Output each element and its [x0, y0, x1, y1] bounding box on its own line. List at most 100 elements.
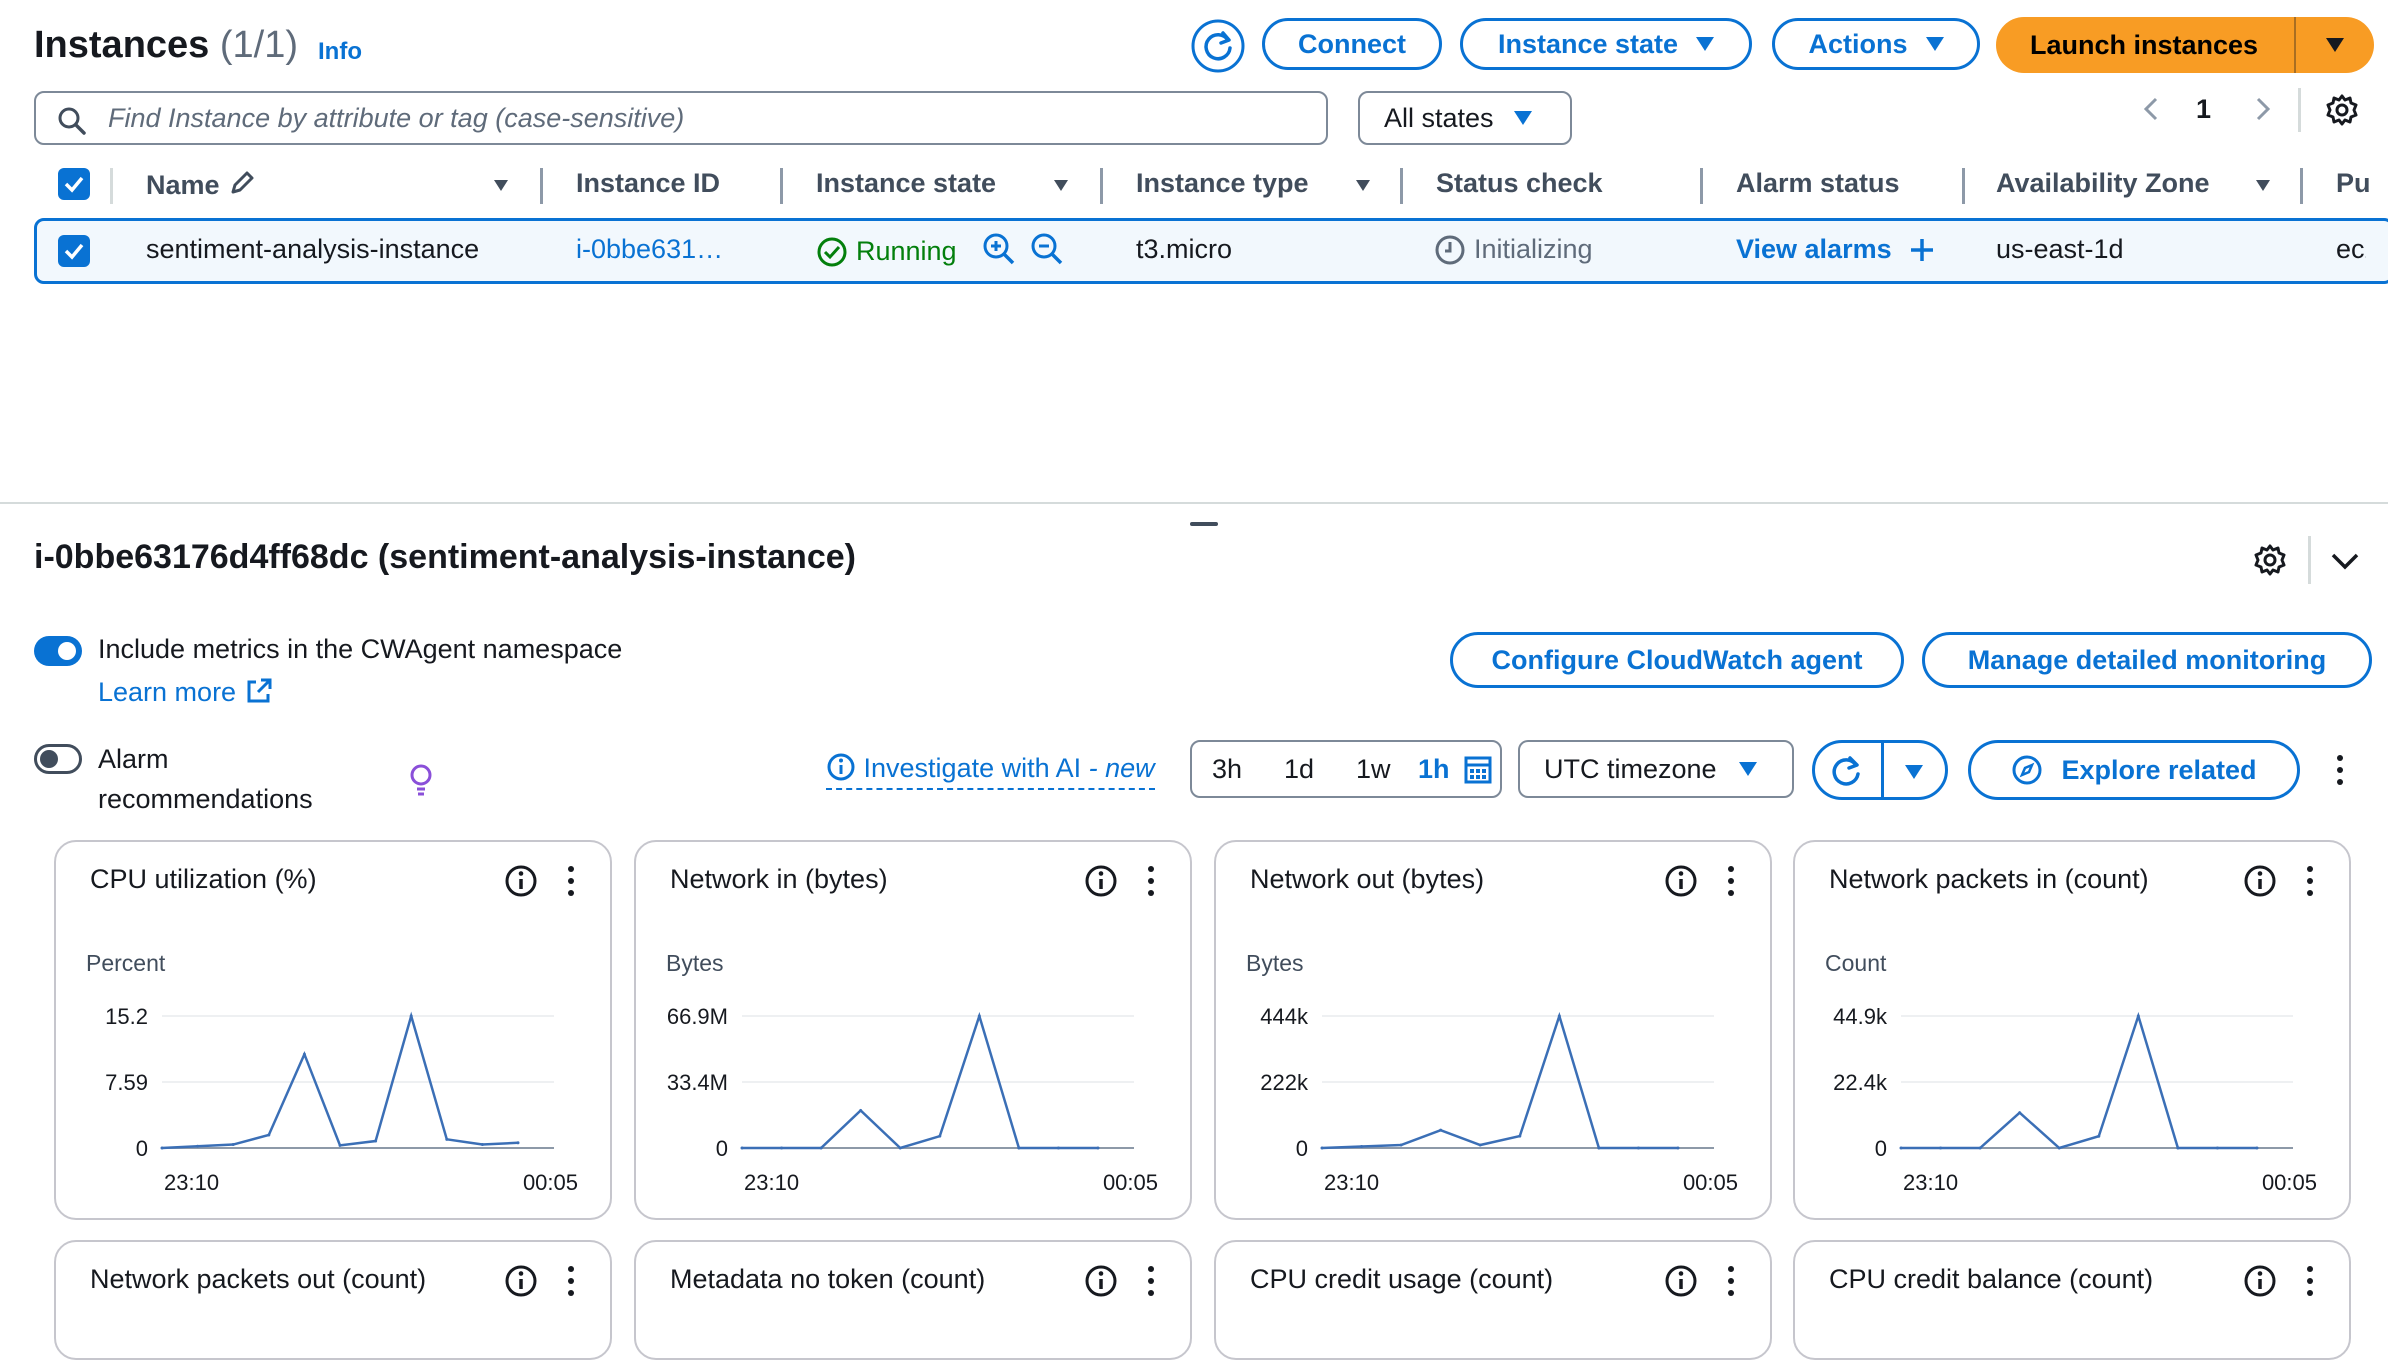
learn-more-link[interactable]: Learn more	[98, 676, 274, 708]
data-point[interactable]	[938, 1134, 942, 1138]
data-point[interactable]	[1056, 1146, 1060, 1150]
col-header-instance-id[interactable]: Instance ID	[576, 168, 720, 199]
data-point[interactable]	[1017, 1146, 1021, 1150]
launch-dropdown-button[interactable]	[2296, 17, 2374, 73]
sort-icon[interactable]	[2256, 180, 2270, 191]
sort-icon[interactable]	[1356, 180, 1370, 191]
data-point[interactable]	[898, 1146, 902, 1150]
settings-gear-icon[interactable]	[2252, 542, 2288, 578]
data-point[interactable]	[1096, 1146, 1100, 1150]
prev-page-icon[interactable]	[2136, 94, 2166, 124]
col-header-availability-zone[interactable]: Availability Zone	[1996, 168, 2210, 199]
info-icon[interactable]	[1084, 1264, 1118, 1298]
connect-button[interactable]: Connect	[1262, 18, 1442, 70]
more-options-icon[interactable]	[2330, 752, 2350, 788]
data-point[interactable]	[267, 1133, 271, 1137]
data-point[interactable]	[445, 1137, 449, 1141]
launch-instances-button[interactable]: Launch instances	[1996, 17, 2292, 73]
refresh-button[interactable]	[1190, 18, 1246, 74]
data-point[interactable]	[1320, 1146, 1324, 1150]
current-page[interactable]: 1	[2196, 94, 2211, 125]
plus-icon[interactable]	[1908, 236, 1936, 264]
data-point[interactable]	[2215, 1146, 2219, 1150]
data-point[interactable]	[780, 1146, 784, 1150]
data-point[interactable]	[196, 1144, 200, 1148]
data-point[interactable]	[160, 1146, 164, 1150]
more-options-icon[interactable]	[2303, 1264, 2317, 1298]
info-link[interactable]: Info	[318, 38, 362, 66]
data-point[interactable]	[409, 1014, 413, 1018]
col-header-instance-type[interactable]: Instance type	[1136, 168, 1309, 199]
data-point[interactable]	[819, 1146, 823, 1150]
range-1w[interactable]: 1w	[1356, 754, 1391, 785]
data-point[interactable]	[1978, 1146, 1982, 1150]
data-point[interactable]	[1399, 1143, 1403, 1147]
col-header-public[interactable]: Pu	[2336, 168, 2371, 199]
data-point[interactable]	[302, 1052, 306, 1056]
zoom-out-icon[interactable]	[1030, 232, 1064, 266]
more-options-icon[interactable]	[1724, 1264, 1738, 1298]
data-point[interactable]	[977, 1014, 981, 1018]
actions-button[interactable]: Actions	[1772, 18, 1980, 70]
data-point[interactable]	[2057, 1146, 2061, 1150]
data-point[interactable]	[516, 1141, 520, 1145]
resize-handle[interactable]	[1190, 522, 1218, 526]
data-point[interactable]	[1478, 1143, 1482, 1147]
data-point[interactable]	[2136, 1014, 2140, 1018]
manage-detailed-monitoring-button[interactable]: Manage detailed monitoring	[1922, 632, 2372, 688]
col-header-alarm-status[interactable]: Alarm status	[1736, 168, 1900, 199]
zoom-in-icon[interactable]	[982, 232, 1016, 266]
row-checkbox[interactable]	[58, 235, 90, 267]
alarm-recommendations-toggle[interactable]	[34, 744, 82, 774]
select-all-checkbox[interactable]	[58, 168, 90, 200]
info-icon[interactable]	[504, 1264, 538, 1298]
data-point[interactable]	[1557, 1014, 1561, 1018]
col-header-status-check[interactable]: Status check	[1436, 168, 1603, 199]
range-3h[interactable]: 3h	[1212, 754, 1242, 785]
data-point[interactable]	[1676, 1146, 1680, 1150]
range-1h[interactable]: 1h	[1418, 754, 1450, 785]
col-header-instance-state[interactable]: Instance state	[816, 168, 996, 199]
state-filter-select[interactable]: All states	[1358, 91, 1572, 145]
data-point[interactable]	[1439, 1128, 1443, 1132]
settings-gear-icon[interactable]	[2324, 92, 2360, 128]
data-point[interactable]	[374, 1139, 378, 1143]
timezone-select[interactable]: UTC timezone	[1518, 740, 1794, 798]
data-point[interactable]	[1360, 1145, 1364, 1149]
data-point[interactable]	[480, 1143, 484, 1147]
explore-related-button[interactable]: Explore related	[1968, 740, 2300, 800]
more-options-icon[interactable]	[564, 1264, 578, 1298]
data-point[interactable]	[740, 1146, 744, 1150]
calendar-icon[interactable]	[1464, 756, 1492, 784]
data-point[interactable]	[1636, 1146, 1640, 1150]
data-point[interactable]	[1899, 1146, 1903, 1150]
instance-state-button[interactable]: Instance state	[1460, 18, 1752, 70]
investigate-ai-link[interactable]: Investigate with AI - new	[826, 752, 1155, 790]
view-alarms-link[interactable]: View alarms	[1736, 234, 1892, 265]
sort-icon[interactable]	[1054, 180, 1068, 191]
chevron-down-icon[interactable]	[2328, 546, 2362, 576]
data-point[interactable]	[338, 1143, 342, 1147]
range-1d[interactable]: 1d	[1284, 754, 1314, 785]
data-point[interactable]	[2176, 1146, 2180, 1150]
data-point[interactable]	[231, 1143, 235, 1147]
lightbulb-icon[interactable]	[406, 762, 436, 798]
sort-icon[interactable]	[494, 180, 508, 191]
info-icon[interactable]	[1664, 1264, 1698, 1298]
data-point[interactable]	[1939, 1146, 1943, 1150]
data-point[interactable]	[2097, 1134, 2101, 1138]
col-header-name[interactable]: Name	[146, 168, 257, 201]
next-page-icon[interactable]	[2248, 94, 2278, 124]
data-point[interactable]	[1518, 1134, 1522, 1138]
cwagent-toggle[interactable]	[34, 636, 82, 666]
caret-down-icon[interactable]	[1905, 765, 1923, 779]
data-point[interactable]	[2018, 1111, 2022, 1115]
instance-id-link[interactable]: i-0bbe631…	[576, 234, 723, 265]
data-point[interactable]	[2255, 1146, 2259, 1150]
info-icon[interactable]	[2243, 1264, 2277, 1298]
configure-cloudwatch-agent-button[interactable]: Configure CloudWatch agent	[1450, 632, 1904, 688]
search-input[interactable]: Find Instance by attribute or tag (case-…	[34, 91, 1328, 145]
refresh-icon[interactable]	[1829, 753, 1865, 789]
more-options-icon[interactable]	[1144, 1264, 1158, 1298]
data-point[interactable]	[859, 1109, 863, 1113]
